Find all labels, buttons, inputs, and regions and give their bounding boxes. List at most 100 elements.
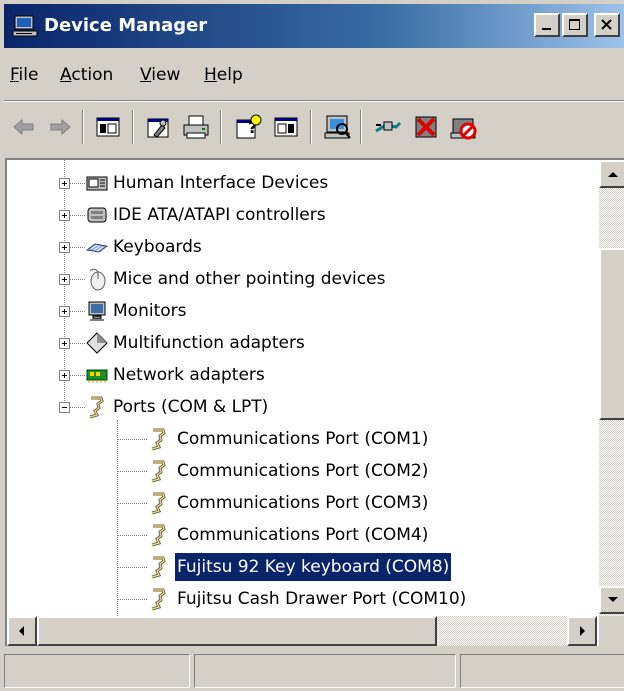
monitor-icon	[88, 301, 106, 321]
tree-connector-line	[117, 471, 147, 473]
tree-item[interactable]: Monitors	[7, 296, 597, 326]
expand-plus-icon[interactable]	[59, 242, 70, 253]
tree-item-label: Fujitsu 92 Key keyboard (COM8)	[173, 552, 453, 582]
menu-help-label: elp	[216, 65, 243, 85]
network-adapter-icon	[86, 369, 108, 383]
tree-connector-line	[117, 503, 147, 505]
expand-plus-icon[interactable]	[59, 306, 70, 317]
expand-plus-icon[interactable]	[59, 338, 70, 349]
tree-connector-line	[70, 343, 85, 345]
close-icon	[601, 19, 612, 30]
tree-item[interactable]: IDE ATA/ATAPI controllers	[7, 200, 597, 230]
tree-item-label: Network adapters	[113, 365, 265, 385]
window-title: Device Manager	[44, 15, 208, 36]
menu-file[interactable]: File	[10, 64, 38, 86]
maximize-button[interactable]	[562, 13, 588, 37]
horizontal-scrollbar[interactable]	[7, 616, 597, 646]
menu-view-mnemonic: V	[140, 65, 152, 85]
scroll-up-button[interactable]	[599, 160, 624, 188]
tree-item[interactable]: Mice and other pointing devices	[7, 264, 597, 294]
back-arrow-icon[interactable]	[8, 111, 40, 143]
tree-connector-line	[117, 567, 147, 569]
keyboard-icon	[85, 243, 109, 253]
scroll-right-button[interactable]	[567, 616, 597, 646]
scroll-left-button[interactable]	[7, 616, 37, 646]
vertical-scroll-thumb[interactable]	[599, 248, 624, 420]
status-bar	[4, 650, 624, 690]
uninstall-icon[interactable]	[410, 111, 442, 143]
port-icon	[151, 588, 166, 611]
tree-item[interactable]: Human Interface Devices	[7, 168, 597, 198]
menu-help-mnemonic: H	[204, 65, 217, 85]
tree-item[interactable]: Communications Port (COM3)	[7, 488, 597, 518]
menu-help[interactable]: Help	[204, 64, 243, 86]
menu-view[interactable]: View	[140, 64, 180, 86]
tree-item[interactable]: Communications Port (COM4)	[7, 520, 597, 550]
tree-item-label: Communications Port (COM2)	[177, 461, 429, 481]
tree-item[interactable]: Communications Port (COM1)	[7, 424, 597, 454]
status-pane-1	[4, 654, 190, 688]
toolbar-separator	[220, 110, 222, 144]
multifunction-adapter-icon	[86, 332, 108, 354]
port-icon	[151, 460, 166, 483]
horizontal-scroll-thumb[interactable]	[37, 616, 437, 646]
expand-plus-icon[interactable]	[59, 370, 70, 381]
menu-file-label: ile	[18, 65, 39, 85]
collapse-minus-icon[interactable]	[59, 402, 70, 413]
tree-connector-line	[70, 247, 85, 249]
menu-action[interactable]: Action	[60, 64, 113, 86]
print-icon[interactable]	[180, 111, 212, 143]
scan-hardware-changes-icon[interactable]	[322, 111, 354, 143]
tree-item[interactable]: Keyboards	[7, 232, 597, 262]
tree-item-label: Human Interface Devices	[113, 173, 329, 193]
expand-plus-icon[interactable]	[59, 274, 70, 285]
close-button[interactable]	[594, 13, 620, 37]
tree-item-label: Communications Port (COM1)	[177, 429, 429, 449]
expand-plus-icon[interactable]	[59, 210, 70, 221]
expand-plus-icon[interactable]	[59, 178, 70, 189]
ide-controller-icon	[87, 207, 107, 223]
minimize-icon	[542, 28, 551, 30]
tree-item[interactable]: Fujitsu 92 Key keyboard (COM8)	[7, 552, 597, 582]
hid-icon	[86, 176, 108, 191]
port-icon	[151, 492, 166, 515]
help-icon[interactable]: ?	[232, 111, 264, 143]
disable-device-icon[interactable]	[448, 111, 480, 143]
tree-item[interactable]: Fujitsu Cash Drawer Port (COM10)	[7, 584, 597, 614]
tree-connector-line	[70, 311, 85, 313]
tree-connector-line	[117, 599, 147, 601]
tree-item-label: Communications Port (COM3)	[177, 493, 429, 513]
show-hide-console-tree-icon[interactable]	[92, 111, 124, 143]
vertical-scrollbar[interactable]	[599, 160, 624, 616]
tree-connector-line	[70, 183, 85, 185]
computer-icon	[12, 15, 38, 37]
menu-action-label: ction	[71, 65, 114, 85]
menu-file-mnemonic: F	[10, 65, 19, 85]
mouse-icon	[89, 268, 106, 291]
arrow-left-icon	[19, 626, 24, 636]
tree-item-label: Mice and other pointing devices	[113, 269, 386, 289]
port-icon	[151, 524, 166, 547]
device-manager-window: Device Manager File Action View Help ? H…	[0, 0, 624, 691]
toolbar-separator	[132, 110, 134, 144]
tree-item-label: Communications Port (COM4)	[177, 525, 429, 545]
properties-icon[interactable]	[142, 111, 174, 143]
title-bar[interactable]: Device Manager	[4, 4, 624, 48]
tree-item[interactable]: Network adapters	[7, 360, 597, 390]
maximize-icon	[569, 19, 580, 30]
show-hide-action-pane-icon[interactable]	[270, 111, 302, 143]
menu-view-label: iew	[151, 65, 181, 85]
update-driver-icon[interactable]	[372, 111, 404, 143]
toolbar: ?	[4, 102, 624, 154]
tree-connector-line	[117, 439, 147, 441]
tree-item[interactable]: Communications Port (COM2)	[7, 456, 597, 486]
minimize-button[interactable]	[534, 13, 560, 37]
forward-arrow-icon[interactable]	[44, 111, 76, 143]
scroll-down-button[interactable]	[599, 586, 624, 614]
tree-connector-line	[70, 215, 85, 217]
tree-item-label: IDE ATA/ATAPI controllers	[113, 205, 326, 225]
arrow-down-icon	[608, 597, 618, 602]
tree-item[interactable]: Multifunction adapters	[7, 328, 597, 358]
tree-item[interactable]: Ports (COM & LPT)	[7, 392, 597, 422]
menu-bar: File Action View Help	[4, 50, 624, 100]
